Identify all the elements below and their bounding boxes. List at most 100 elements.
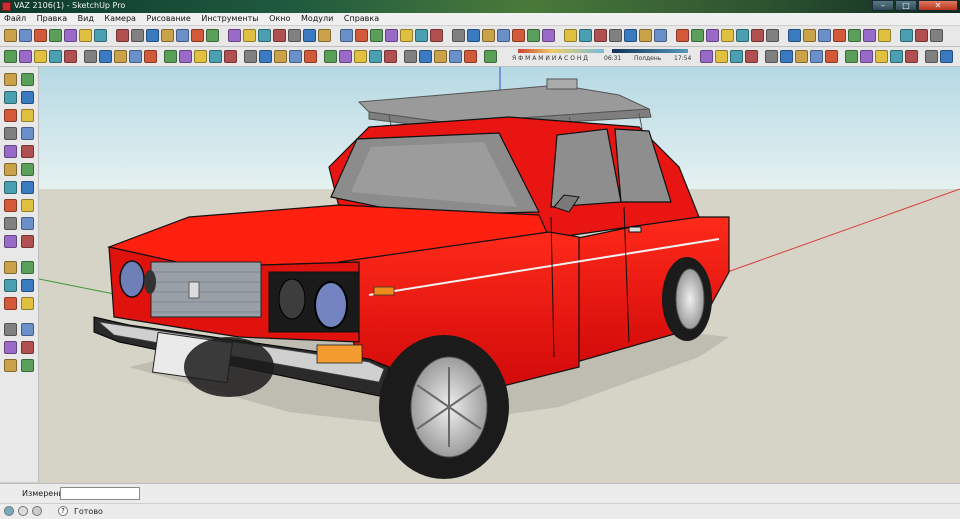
rectangle-icon[interactable]: [191, 29, 204, 42]
hidden-line-icon[interactable]: [164, 50, 177, 63]
polygon-icon[interactable]: [243, 29, 256, 42]
open-icon[interactable]: [19, 29, 32, 42]
pan-icon[interactable]: [449, 50, 462, 63]
walk-icon[interactable]: [4, 359, 17, 372]
scenes-icon[interactable]: [34, 50, 47, 63]
position-camera-icon[interactable]: [594, 29, 607, 42]
rotate-icon[interactable]: [4, 181, 17, 194]
rectangle-icon[interactable]: [4, 109, 17, 122]
wireframe-icon[interactable]: [766, 29, 779, 42]
monochrome-icon[interactable]: [114, 50, 127, 63]
circle-icon[interactable]: [4, 127, 17, 140]
menu-edit[interactable]: Правка: [33, 13, 71, 25]
move-icon[interactable]: [4, 163, 17, 176]
arc-icon[interactable]: [925, 50, 938, 63]
next-icon[interactable]: [369, 50, 382, 63]
walk-icon[interactable]: [339, 50, 352, 63]
textured-icon[interactable]: [129, 50, 142, 63]
push-pull-icon[interactable]: [860, 50, 873, 63]
3d-text-icon[interactable]: [467, 29, 480, 42]
fog-icon[interactable]: [4, 50, 17, 63]
previous-icon[interactable]: [384, 50, 397, 63]
hidden-line-icon[interactable]: [788, 29, 801, 42]
styles-icon[interactable]: [900, 29, 913, 42]
axes-icon[interactable]: [452, 29, 465, 42]
select-icon[interactable]: [161, 29, 174, 42]
shadow-settings[interactable]: Я Ф М А М И И А С О Н Д 06:31 Полдень 17…: [512, 48, 692, 65]
menu-file[interactable]: Файл: [0, 13, 30, 25]
minimize-button[interactable]: –: [872, 0, 894, 11]
zoom-extents-icon[interactable]: [542, 29, 555, 42]
section-plane-icon[interactable]: [21, 359, 34, 372]
zoom-extents-icon[interactable]: [404, 50, 417, 63]
styles-icon[interactable]: [49, 50, 62, 63]
select-icon[interactable]: [4, 73, 17, 86]
zoom-icon[interactable]: [434, 50, 447, 63]
menu-plugins[interactable]: Модули: [297, 13, 337, 25]
previous-view-icon[interactable]: [21, 323, 34, 336]
arc-icon[interactable]: [228, 29, 241, 42]
tape-icon[interactable]: [385, 29, 398, 42]
look-around-icon[interactable]: [324, 50, 337, 63]
menu-camera[interactable]: Камера: [100, 13, 140, 25]
push-pull-icon[interactable]: [288, 29, 301, 42]
section-plane-icon[interactable]: [304, 50, 317, 63]
scale-icon[interactable]: [4, 199, 17, 212]
top-view-icon[interactable]: [676, 29, 689, 42]
tape-icon[interactable]: [765, 50, 778, 63]
orbit-icon[interactable]: [464, 50, 477, 63]
orbit-icon[interactable]: [4, 279, 17, 292]
text-icon[interactable]: [21, 235, 34, 248]
components-icon[interactable]: [84, 50, 97, 63]
rotate-icon[interactable]: [795, 50, 808, 63]
previous-icon[interactable]: [564, 29, 577, 42]
shadow-time-slider[interactable]: [612, 49, 688, 53]
menu-window[interactable]: Окно: [265, 13, 294, 25]
offset-icon[interactable]: [825, 50, 838, 63]
text-icon[interactable]: [430, 29, 443, 42]
circle-icon[interactable]: [206, 29, 219, 42]
axes-icon[interactable]: [700, 50, 713, 63]
protractor-icon[interactable]: [730, 50, 743, 63]
print-icon[interactable]: [146, 29, 159, 42]
maximize-button[interactable]: □: [895, 0, 917, 11]
next-icon[interactable]: [579, 29, 592, 42]
materials-icon[interactable]: [878, 29, 891, 42]
follow-me-icon[interactable]: [303, 29, 316, 42]
geo-location-icon[interactable]: [4, 506, 14, 516]
credits-icon[interactable]: [18, 506, 28, 516]
move-icon[interactable]: [340, 29, 353, 42]
undo-icon[interactable]: [116, 29, 129, 42]
right-view-icon[interactable]: [244, 50, 257, 63]
orbit-icon[interactable]: [482, 29, 495, 42]
scenes-icon[interactable]: [915, 29, 928, 42]
offset-icon[interactable]: [21, 199, 34, 212]
eraser-icon[interactable]: [258, 29, 271, 42]
position-camera-icon[interactable]: [354, 50, 367, 63]
shadows-icon[interactable]: [19, 50, 32, 63]
pan-icon[interactable]: [21, 279, 34, 292]
polygon-icon[interactable]: [4, 145, 17, 158]
paste-icon[interactable]: [79, 29, 92, 42]
materials-icon[interactable]: [64, 50, 77, 63]
layers-icon[interactable]: [99, 50, 112, 63]
zoom-window-icon[interactable]: [21, 297, 34, 310]
wireframe-icon[interactable]: [179, 50, 192, 63]
menu-view[interactable]: Вид: [74, 13, 98, 25]
protractor-icon[interactable]: [415, 29, 428, 42]
circle-icon[interactable]: [940, 50, 953, 63]
rotate-icon[interactable]: [355, 29, 368, 42]
axes-icon[interactable]: [4, 261, 17, 274]
copy-icon[interactable]: [64, 29, 77, 42]
section-plane-icon[interactable]: [639, 29, 652, 42]
push-pull-icon[interactable]: [21, 163, 34, 176]
back-view-icon[interactable]: [224, 50, 237, 63]
make-component-icon[interactable]: [21, 73, 34, 86]
components-icon[interactable]: [863, 29, 876, 42]
eraser-icon[interactable]: [890, 50, 903, 63]
shaded-icon[interactable]: [144, 50, 157, 63]
scale-icon[interactable]: [780, 50, 793, 63]
look-around-icon[interactable]: [21, 341, 34, 354]
top-view-icon[interactable]: [274, 50, 287, 63]
follow-me-icon[interactable]: [845, 50, 858, 63]
